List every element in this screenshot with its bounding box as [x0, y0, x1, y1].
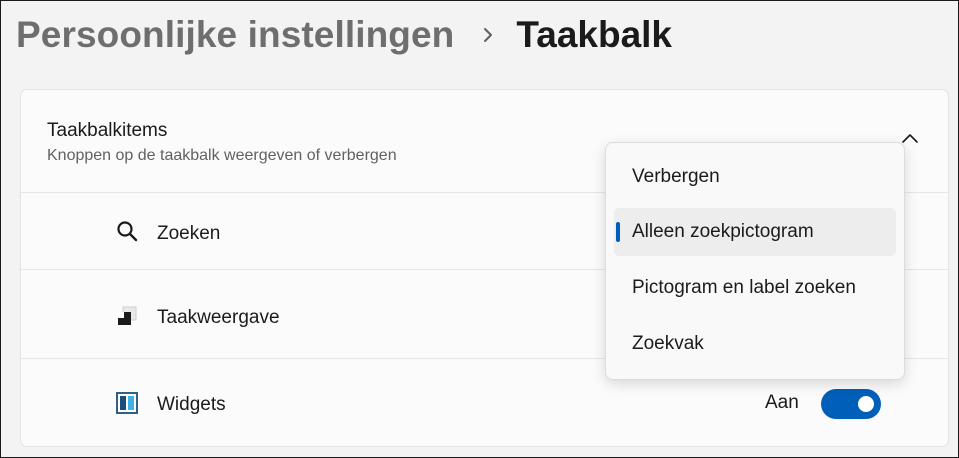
toggle-knob	[858, 396, 874, 412]
search-icon	[117, 221, 138, 242]
card-subtitle: Knoppen op de taakbalk weergeven of verb…	[47, 147, 397, 164]
dropdown-option-label: Pictogram en label zoeken	[632, 277, 856, 298]
dropdown-option-label: Verbergen	[632, 166, 720, 187]
task-view-icon	[118, 306, 137, 325]
dropdown-option-verbergen[interactable]: Verbergen	[614, 153, 896, 201]
dropdown-option-pictogram-en-label[interactable]: Pictogram en label zoeken	[614, 264, 896, 312]
widgets-toggle[interactable]	[821, 389, 881, 419]
dropdown-option-label: Alleen zoekpictogram	[632, 221, 814, 242]
card-title: Taakbalkitems	[47, 120, 168, 141]
search-mode-dropdown-menu: Verbergen Alleen zoekpictogram Pictogram…	[605, 142, 905, 380]
row-label-zoeken: Zoeken	[157, 223, 221, 244]
breadcrumb-parent[interactable]: Persoonlijke instellingen	[16, 14, 454, 56]
dropdown-option-zoekvak[interactable]: Zoekvak	[614, 320, 896, 368]
breadcrumb: Persoonlijke instellingen Taakbalk	[16, 9, 672, 61]
page-title: Taakbalk	[516, 14, 673, 55]
chevron-up-icon[interactable]	[901, 132, 919, 144]
chevron-right-icon	[482, 26, 494, 44]
dropdown-option-label: Zoekvak	[632, 333, 704, 354]
row-label-widgets: Widgets	[157, 394, 226, 415]
toggle-state-label: Aan	[765, 392, 799, 413]
widgets-icon	[116, 392, 138, 414]
row-label-taakweergave: Taakweergave	[157, 307, 280, 328]
selected-indicator	[616, 222, 620, 242]
settings-window: Persoonlijke instellingen Taakbalk Taakb…	[0, 0, 959, 458]
dropdown-option-alleen-zoekpictogram[interactable]: Alleen zoekpictogram	[614, 208, 896, 256]
